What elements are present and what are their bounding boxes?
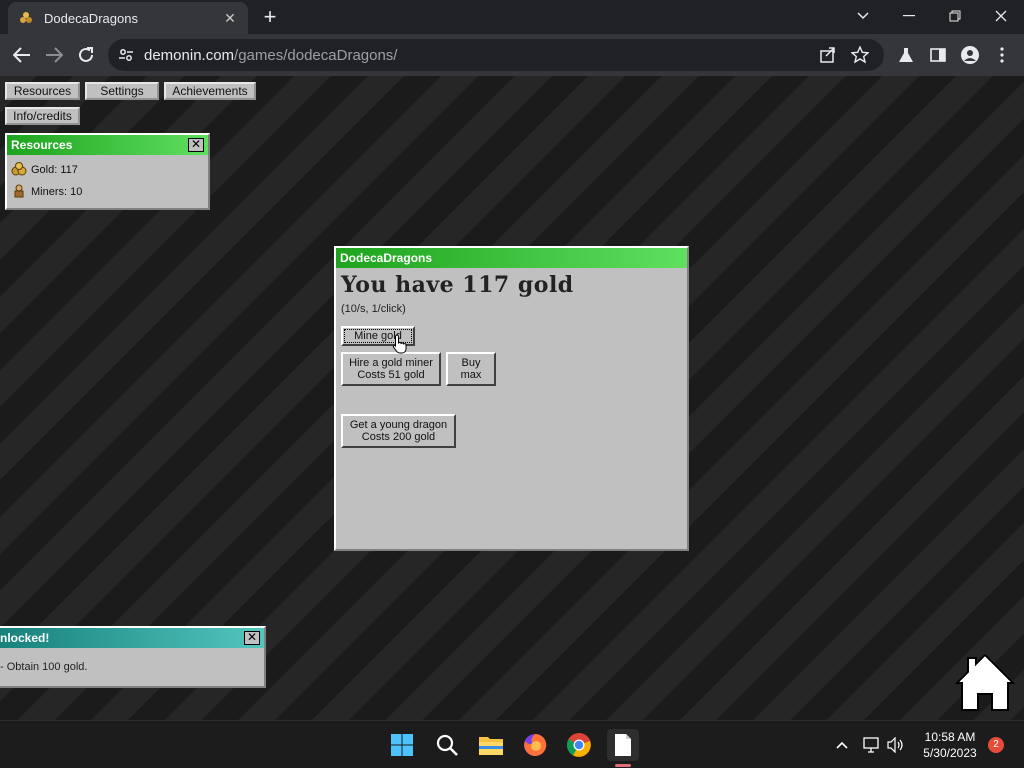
settings-menu-button[interactable]: Settings: [85, 82, 159, 100]
active-app-indicator: [615, 764, 631, 767]
gold-coins-icon: [11, 162, 29, 178]
buy-max-label-2: max: [460, 369, 482, 381]
home-icon[interactable]: [954, 652, 1016, 719]
resources-close-icon[interactable]: ✕: [188, 138, 204, 152]
share-icon[interactable]: [816, 43, 840, 67]
new-tab-button[interactable]: +: [258, 6, 282, 30]
miners-amount: Miners: 10: [31, 186, 83, 198]
back-arrow-icon[interactable]: [9, 42, 35, 68]
clock-time: 10:58 AM: [924, 730, 976, 744]
reload-icon[interactable]: [73, 42, 99, 68]
dragon-favicon-icon: [18, 10, 34, 26]
site-info-icon[interactable]: [118, 47, 134, 63]
url-host: demonin.com: [144, 46, 235, 64]
address-bar[interactable]: demonin.com/games/dodecaDragons/: [108, 39, 884, 71]
resources-window-title: Resources: [11, 138, 73, 152]
game-page: Resources Settings Achievements Info/cre…: [0, 76, 1024, 720]
hire-miner-label: Hire a gold miner: [349, 357, 433, 369]
achievement-text: - Obtain 100 gold.: [0, 661, 88, 673]
gold-amount: Gold: 117: [31, 164, 78, 176]
document-app-icon[interactable]: [607, 729, 639, 761]
bookmark-star-icon[interactable]: [848, 43, 872, 67]
forward-arrow-icon[interactable]: [41, 42, 67, 68]
clock-date: 5/30/2023: [923, 746, 977, 760]
tab-title: DodecaDragons: [44, 10, 138, 26]
resources-menu-button[interactable]: Resources: [5, 82, 80, 100]
windows-taskbar: 10:58 AM 5/30/2023 2: [0, 720, 1024, 768]
volume-icon[interactable]: [880, 729, 912, 761]
young-dragon-button[interactable]: Get a young dragon Costs 200 gold: [341, 414, 456, 448]
young-dragon-cost: Costs 200 gold: [361, 431, 436, 443]
info-credits-menu-button[interactable]: Info/credits: [5, 107, 80, 125]
hand-cursor-icon: [392, 334, 408, 359]
browser-tab[interactable]: DodecaDragons ✕: [8, 2, 248, 34]
young-dragon-label: Get a young dragon: [349, 419, 448, 431]
firefox-icon[interactable]: [519, 729, 551, 761]
minimize-icon[interactable]: [886, 0, 932, 32]
hire-miner-button[interactable]: Hire a gold miner Costs 51 gold: [341, 352, 441, 386]
miner-icon: [11, 184, 29, 200]
achievement-popup-close-icon[interactable]: ✕: [244, 631, 260, 645]
achievements-menu-button[interactable]: Achievements: [164, 82, 256, 100]
achievement-popup-title: nlocked!: [0, 631, 50, 645]
achievement-popup-titlebar: nlocked! ✕: [0, 628, 264, 648]
buy-max-button[interactable]: Buy max: [446, 352, 496, 386]
main-window-titlebar[interactable]: DodecaDragons: [336, 248, 687, 268]
browser-toolbar: demonin.com/games/dodecaDragons/: [0, 34, 1024, 76]
browser-menu-icon[interactable]: [990, 43, 1014, 67]
tab-close-icon[interactable]: ✕: [222, 10, 238, 27]
resources-window-titlebar[interactable]: Resources ✕: [7, 135, 208, 155]
main-window-title: DodecaDragons: [340, 251, 433, 265]
gold-heading: You have 117 gold: [341, 272, 574, 298]
show-hidden-icons-chevron-up-icon[interactable]: [826, 729, 858, 761]
buy-max-label-1: Buy: [461, 357, 481, 369]
file-explorer-icon[interactable]: [475, 729, 507, 761]
gold-rate-text: (10/s, 1/click): [341, 303, 406, 315]
search-icon[interactable]: [431, 729, 463, 761]
resources-window: Resources ✕ Gold: 117 Miners: 10: [5, 133, 210, 210]
hire-miner-cost: Costs 51 gold: [357, 369, 425, 381]
dodecadragons-window: DodecaDragons You have 117 gold (10/s, 1…: [334, 246, 689, 551]
url-path: /games/dodecaDragons/: [234, 46, 398, 64]
tab-search-chevron-down-icon[interactable]: [840, 0, 886, 32]
close-window-icon[interactable]: [978, 0, 1024, 32]
gold-resource-row: Gold: 117: [7, 159, 208, 181]
achievement-unlocked-popup: nlocked! ✕ - Obtain 100 gold.: [0, 626, 266, 688]
restore-icon[interactable]: [932, 0, 978, 32]
labs-flask-icon[interactable]: [894, 43, 918, 67]
chrome-icon[interactable]: [563, 729, 595, 761]
windows-start-icon[interactable]: [386, 729, 418, 761]
profile-avatar-icon[interactable]: [958, 43, 982, 67]
browser-tab-bar: DodecaDragons ✕ +: [0, 0, 1024, 34]
notification-badge[interactable]: 2: [988, 737, 1004, 753]
side-panel-icon[interactable]: [926, 43, 950, 67]
system-clock[interactable]: 10:58 AM 5/30/2023: [912, 729, 988, 761]
miners-resource-row: Miners: 10: [7, 181, 208, 203]
